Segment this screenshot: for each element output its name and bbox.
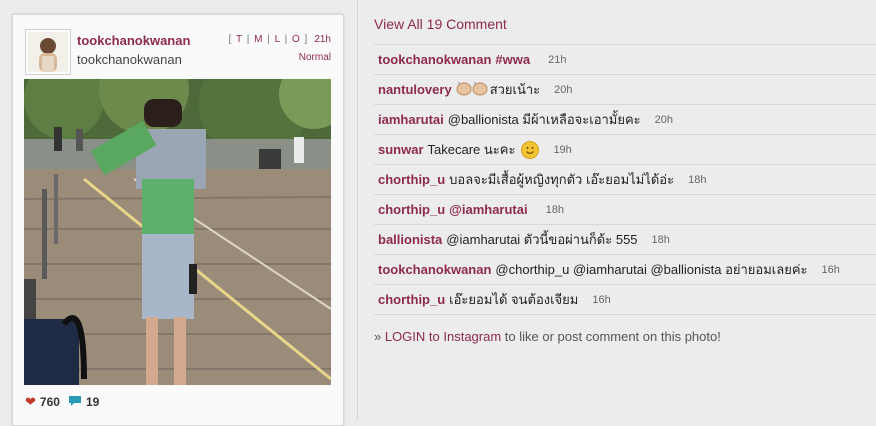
comment-item: iamharutai @ballionista มีผ้าเหลือจะเอาม… xyxy=(374,104,876,134)
comment-list: tookchanokwanan #wwa 21h nantulovery สวย… xyxy=(374,44,876,315)
comment-time: 18h xyxy=(688,173,707,186)
comment-user[interactable]: tookchanokwanan xyxy=(378,52,491,67)
size-link-l[interactable]: L xyxy=(275,34,281,45)
column-divider xyxy=(357,0,358,420)
like-count: 760 xyxy=(39,395,60,409)
comment-time: 21h xyxy=(548,53,567,66)
login-suffix: to like or post comment on this photo! xyxy=(501,329,721,344)
login-prefix: » xyxy=(374,329,385,344)
comment-user[interactable]: chorthip_u xyxy=(378,292,445,307)
comment-time: 18h xyxy=(651,233,670,246)
size-link-o[interactable]: O xyxy=(292,34,301,45)
smiley-face-icon xyxy=(521,140,540,159)
comment-hashtag[interactable]: #wwa xyxy=(495,52,530,67)
comment-time: 16h xyxy=(592,293,611,306)
comment-user[interactable]: nantulovery xyxy=(378,82,452,97)
comment-text: @iamharutai ตัวนี้ขอผ่านก็ด้ะ 555 xyxy=(446,232,638,247)
comment-text: @chorthip_u @iamharutai @ballionista อย่… xyxy=(495,262,808,277)
comment-item: tookchanokwanan @chorthip_u @iamharutai … xyxy=(374,254,876,284)
size-link-t[interactable]: T xyxy=(236,34,243,45)
login-link[interactable]: LOGIN to Instagram xyxy=(385,329,501,344)
post-username[interactable]: tookchanokwanan xyxy=(77,33,190,48)
comment-time: 16h xyxy=(821,263,840,276)
comment-text: เอ๊ะยอมได้ จนต้องเจียม xyxy=(449,292,579,307)
comment-item: tookchanokwanan #wwa 21h xyxy=(374,44,876,74)
photo-filter: Normal xyxy=(298,52,331,63)
view-all-comments-link[interactable]: View All 19 Comment xyxy=(374,16,507,32)
comment-item: sunwar Takecare นะคะ 19h xyxy=(374,134,876,164)
size-link-m[interactable]: M xyxy=(254,34,263,45)
post-time: 21h xyxy=(314,34,331,45)
comment-item: chorthip_u บอลจะมีเสื้อผู้หญิงทุกตัว เอ๊… xyxy=(374,164,876,194)
comment-time: 20h xyxy=(554,83,573,96)
comment-time: 20h xyxy=(654,113,674,126)
comment-time: 19h xyxy=(553,143,572,156)
comment-text: สวยเน้าะ xyxy=(489,82,541,97)
post-photo[interactable] xyxy=(24,79,331,385)
comment-user[interactable]: sunwar xyxy=(378,142,424,157)
login-prompt: » LOGIN to Instagram to like or post com… xyxy=(374,329,721,344)
heart-icon[interactable]: ❤ xyxy=(25,394,36,410)
comment-user[interactable]: tookchanokwanan xyxy=(378,262,491,277)
comment-text: บอลจะมีเสื้อผู้หญิงทุกตัว เอ๊ะยอมไม่ได้อ… xyxy=(449,172,675,187)
comment-item: ballionista @iamharutai ตัวนี้ขอผ่านก็ด้… xyxy=(374,224,876,254)
comment-count: 19 xyxy=(85,395,100,409)
post-stats: ❤ 760 19 xyxy=(25,394,99,410)
comment-item: chorthip_u @iamharutai 18h xyxy=(374,194,876,224)
comment-item: chorthip_u เอ๊ะยอมได้ จนต้องเจียม 16h xyxy=(374,284,876,315)
comment-item: nantulovery สวยเน้าะ 20h xyxy=(374,74,876,104)
photo-size-links: [ T | M | L | O ] 21h xyxy=(228,34,331,45)
comment-bubble-icon[interactable] xyxy=(68,395,82,410)
comment-user[interactable]: chorthip_u xyxy=(378,202,445,217)
comment-text: @ballionista มีผ้าเหลือจะเอามั้ยคะ xyxy=(447,112,641,127)
comment-time: 18h xyxy=(545,203,564,216)
comment-user[interactable]: ballionista xyxy=(378,232,442,247)
comment-text: Takecare นะคะ xyxy=(427,142,516,157)
post-card: tookchanokwanan tookchanokwanan [ T | M … xyxy=(12,14,344,426)
comment-mention[interactable]: @iamharutai xyxy=(449,202,527,217)
comment-user[interactable]: iamharutai xyxy=(378,112,444,127)
clapping-hands-icon xyxy=(456,79,490,100)
avatar[interactable] xyxy=(25,29,71,75)
post-fullname: tookchanokwanan xyxy=(77,52,182,67)
comment-user[interactable]: chorthip_u xyxy=(378,172,445,187)
